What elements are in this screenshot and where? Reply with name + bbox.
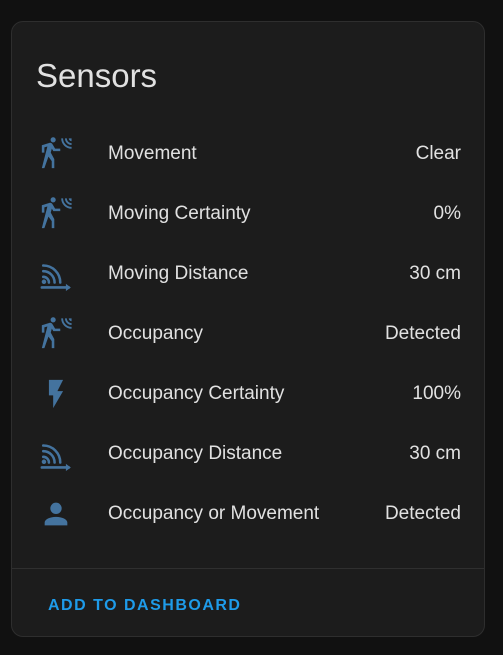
sensor-label: Moving Distance [108,263,249,284]
sensor-row-occupancy-certainty[interactable]: Occupancy Certainty 100% [12,364,484,424]
signal-distance-icon [38,256,74,292]
sensors-card: Sensors Movement Clear Moving Certainty … [11,21,485,637]
sensor-label: Movement [108,143,197,164]
flash-icon [38,376,74,412]
motion-sensor-icon [38,316,74,352]
sensor-value: 0% [433,203,461,224]
card-title: Sensors [36,57,158,94]
motion-sensor-icon [38,136,74,172]
sensor-row-moving-certainty[interactable]: Moving Certainty 0% [12,184,484,244]
motion-sensor-icon [38,196,74,232]
sensor-row-moving-distance[interactable]: Moving Distance 30 cm [12,244,484,304]
sensor-value: Detected [384,323,461,344]
sensor-row-occupancy[interactable]: Occupancy Detected [12,304,484,364]
sensor-value: 100% [412,383,461,404]
sensor-label: Occupancy Certainty [108,383,285,404]
add-to-dashboard-button[interactable]: ADD TO DASHBOARD [36,588,253,624]
sensor-row-movement[interactable]: Movement Clear [12,124,484,184]
sensor-value: 30 cm [409,443,461,464]
sensor-value: Clear [415,143,461,164]
sensor-row-occupancy-distance[interactable]: Occupancy Distance 30 cm [12,424,484,484]
card-divider [12,568,484,569]
sensor-row-occupancy-or-movement[interactable]: Occupancy or Movement Detected [12,484,484,544]
sensor-value: Detected [384,503,461,524]
sensor-value: 30 cm [409,263,461,284]
sensor-label: Occupancy Distance [108,443,283,464]
sensor-label: Occupancy [108,323,204,344]
person-icon [38,496,74,532]
sensor-label: Occupancy or Movement [108,503,320,524]
signal-distance-icon [38,436,74,472]
sensor-label: Moving Certainty [108,203,251,224]
sensor-list: Movement Clear Moving Certainty 0% Movin… [12,124,484,544]
